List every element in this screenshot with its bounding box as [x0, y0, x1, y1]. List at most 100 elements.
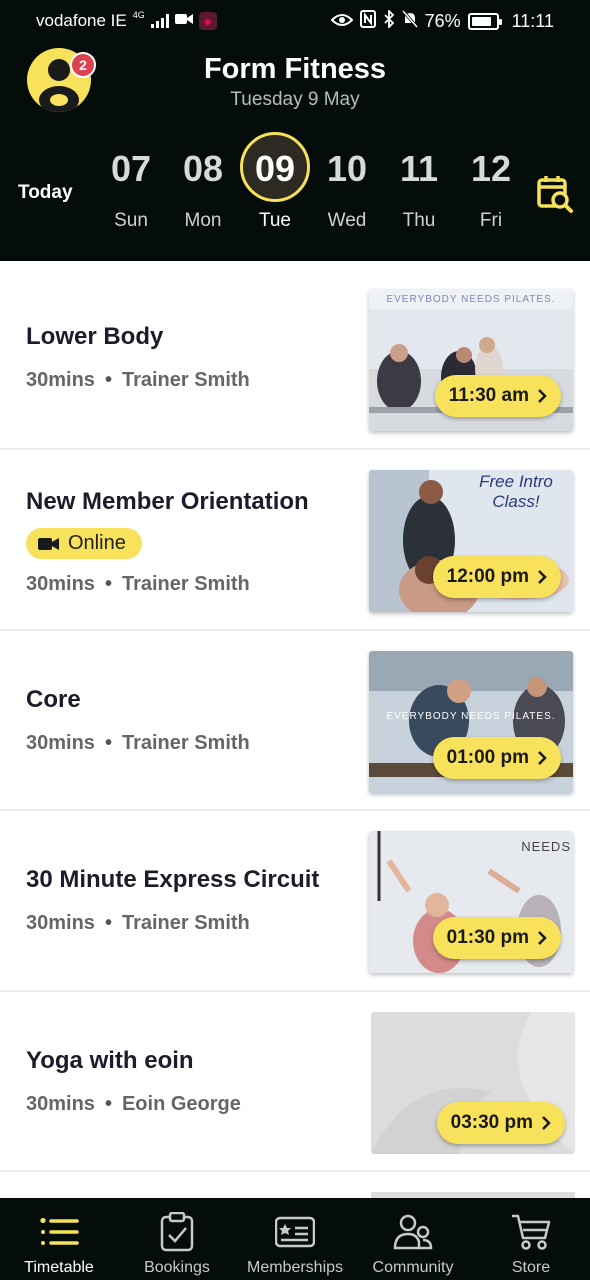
nav-store[interactable]: Store: [472, 1198, 590, 1280]
class-duration: 30mins: [26, 912, 95, 934]
battery-icon: [467, 13, 502, 30]
class-duration: 30mins: [26, 732, 95, 754]
chevron-right-icon: [542, 1116, 551, 1130]
online-label: Online: [68, 532, 126, 554]
class-title: 30 Minute Express Circuit: [26, 866, 320, 893]
day-of-week: Mon: [184, 210, 222, 231]
selected-date: Tuesday 9 May: [230, 89, 360, 110]
class-row-lower-body[interactable]: Lower Body 30mins • Trainer Smith EVERYB…: [0, 261, 590, 450]
day-number: 12: [470, 148, 512, 189]
nav-timetable[interactable]: Timetable: [0, 1198, 118, 1280]
class-info: 30 Minute Express Circuit 30mins • Trainer…: [26, 866, 319, 935]
nav-label: Memberships: [246, 1259, 344, 1276]
day-number: 11: [399, 148, 439, 189]
day-fri[interactable]: 12 Fri: [455, 142, 527, 232]
nav-community[interactable]: Community: [354, 1198, 472, 1280]
store-cart-icon: [512, 1214, 551, 1250]
class-time: 11:30 am: [448, 385, 529, 406]
today-button[interactable]: Today: [18, 182, 73, 204]
chevron-right-icon: [538, 570, 547, 584]
calendar-search-icon[interactable]: [535, 172, 575, 214]
day-wed[interactable]: 10 Wed: [311, 142, 383, 232]
class-duration: 30mins: [26, 1093, 95, 1115]
chevron-right-icon: [538, 931, 547, 945]
day-of-week: Fri: [479, 210, 503, 231]
book-time-button[interactable]: 01:00 pm: [432, 737, 561, 779]
chevron-right-icon: [538, 389, 547, 403]
class-title: Core: [26, 686, 81, 713]
book-time-button[interactable]: 11:30 am: [434, 375, 561, 417]
recorder-icon: ◈: [198, 12, 217, 30]
class-row-yoga[interactable]: Yoga with eoin 30mins • Eoin George 03:30 …: [0, 992, 590, 1172]
class-time: 01:30 pm: [446, 927, 529, 948]
class-duration: 30mins: [26, 573, 95, 595]
class-trainer: Trainer Smith: [121, 573, 250, 595]
app-screen: vodafone IE 4G ◈ 76% 11:11 2 Form Fitnes…: [0, 0, 590, 1280]
page-title: Form Fitness: [203, 53, 387, 85]
bluetooth-icon: [383, 8, 395, 33]
day-sun[interactable]: 07 Sun: [95, 142, 167, 232]
status-right: 76% 11:11: [330, 8, 554, 33]
class-list: Lower Body 30mins • Trainer Smith EVERYB…: [0, 261, 590, 1212]
day-mon[interactable]: 08 Mon: [167, 142, 239, 232]
class-thumbnail[interactable]: NEEDS 01:30 pm: [369, 831, 573, 973]
class-row-core[interactable]: Core 30mins • Trainer Smith EVERYBODY NEED…: [0, 631, 590, 811]
bottom-nav: Timetable Bookings Memberships Community…: [0, 1198, 590, 1280]
day-number: 07: [110, 148, 152, 189]
class-trainer: Trainer Smith: [121, 732, 250, 754]
status-left: vodafone IE 4G ◈: [36, 10, 217, 31]
signal-icon: [150, 14, 169, 28]
day-thu[interactable]: 11 Thu: [383, 142, 455, 232]
class-info: Yoga with eoin 30mins • Eoin George: [26, 1047, 241, 1116]
separator: •: [104, 369, 112, 391]
class-thumbnail[interactable]: Free Intro Class! 12:00 pm: [369, 470, 573, 612]
class-time: 01:00 pm: [446, 747, 529, 768]
class-title: Lower Body: [26, 323, 164, 350]
class-thumbnail[interactable]: EVERYBODY NEEDS PILATES. 01:00 pm: [369, 651, 573, 793]
community-icon: [393, 1214, 433, 1250]
thumbnail-caption: EVERYBODY NEEDS PILATES.: [386, 294, 556, 305]
class-thumbnail[interactable]: EVERYBODY NEEDS PILATES. 11:30 am: [369, 289, 573, 431]
nav-bookings[interactable]: Bookings: [118, 1198, 236, 1280]
day-number: 09: [254, 148, 296, 189]
day-number: 10: [326, 148, 368, 189]
class-thumbnail-placeholder[interactable]: 03:30 pm: [371, 1012, 575, 1154]
mute-bell-icon: [401, 10, 418, 33]
class-title: New Member Orientation: [26, 488, 309, 515]
class-info: Core 30mins • Trainer Smith: [26, 686, 250, 755]
thumbnail-caption: NEEDS: [521, 839, 571, 854]
clock: 11:11: [511, 11, 554, 31]
class-duration: 30mins: [26, 369, 95, 391]
class-meta: 30mins • Trainer Smith: [26, 369, 250, 392]
timetable-icon: [40, 1218, 79, 1245]
day-tue[interactable]: 09 Tue: [239, 132, 311, 232]
day-of-week: Wed: [327, 210, 367, 231]
battery-percent: 76%: [424, 11, 461, 31]
status-bar: vodafone IE 4G ◈ 76% 11:11: [0, 0, 590, 42]
book-time-button[interactable]: 12:00 pm: [432, 556, 561, 598]
eye-icon: [330, 11, 354, 32]
class-time: 03:30 pm: [450, 1112, 533, 1133]
nav-label: Bookings: [144, 1259, 210, 1276]
nav-memberships[interactable]: Memberships: [236, 1198, 354, 1280]
class-row-express-circuit[interactable]: 30 Minute Express Circuit 30mins • Trainer…: [0, 811, 590, 992]
class-trainer: Eoin George: [121, 1093, 241, 1115]
class-meta: 30mins • Eoin George: [26, 1093, 241, 1116]
class-meta: 30mins • Trainer Smith: [26, 912, 319, 935]
class-row-new-member-orientation[interactable]: New Member Orientation Online 30mins • Tra…: [0, 450, 590, 631]
bookings-icon: [160, 1212, 194, 1252]
class-info: New Member Orientation Online 30mins • Tra…: [26, 488, 309, 596]
day-of-week: Sun: [114, 210, 148, 231]
day-number: 08: [182, 148, 224, 189]
class-meta: 30mins • Trainer Smith: [26, 573, 309, 596]
nav-label: Timetable: [24, 1259, 94, 1276]
video-icon: [174, 11, 193, 31]
network-type: 4G: [132, 10, 145, 20]
book-time-button[interactable]: 03:30 pm: [436, 1102, 565, 1144]
video-camera-icon: [38, 537, 59, 550]
class-trainer: Trainer Smith: [121, 369, 250, 391]
book-time-button[interactable]: 01:30 pm: [432, 917, 561, 959]
class-trainer: Trainer Smith: [121, 912, 250, 934]
thumbnail-caption: Free Intro Class!: [479, 472, 553, 511]
online-badge: Online: [26, 528, 142, 559]
